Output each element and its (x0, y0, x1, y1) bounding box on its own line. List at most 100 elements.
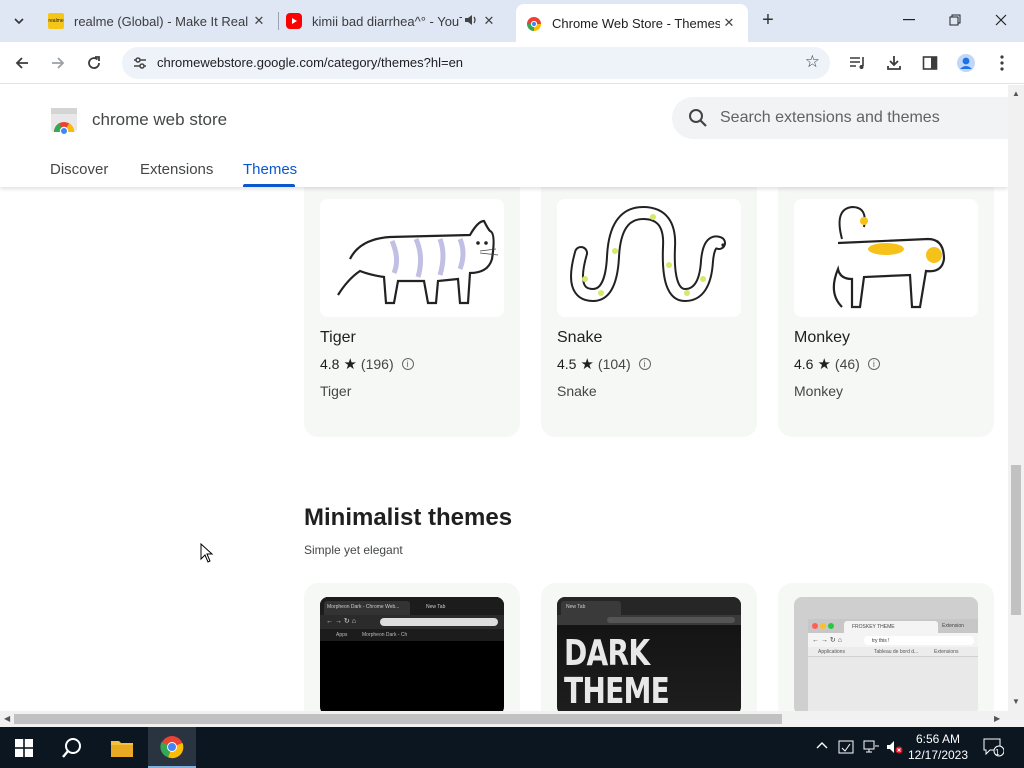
tab-title: Chrome Web Store - Themes (552, 15, 720, 31)
tab-close-icon[interactable]: ✕ (720, 15, 738, 31)
mini-tab: Morpheon Dark - Chrome Web... (324, 601, 410, 615)
site-info-icon[interactable] (130, 53, 150, 73)
tab-extensions[interactable]: Extensions (140, 161, 213, 178)
rating: 4.8 ★ (196) i (320, 355, 414, 373)
mini-bookmark: Extensions (934, 649, 959, 655)
card-text-monkey: Monkey 4.6 ★ (46) i Monkey (778, 173, 994, 437)
volume-muted-icon[interactable] (886, 739, 904, 758)
speaker-icon[interactable] (462, 14, 480, 29)
mini-close-dot (812, 623, 818, 629)
chrome-taskbar-icon[interactable] (148, 727, 196, 768)
more-menu-icon[interactable] (990, 52, 1014, 74)
search-input[interactable] (720, 107, 1000, 129)
theme-name[interactable]: Tiger (320, 329, 356, 347)
restore-icon[interactable] (932, 6, 978, 34)
section-title: Minimalist themes (304, 504, 513, 531)
star-icon: ★ (343, 356, 357, 373)
mini-bookmark: Morpheon Dark - Ch (362, 632, 408, 638)
tab-title: kimii bad diarrhea^° - YouTube (312, 13, 462, 29)
close-window-icon[interactable] (978, 6, 1024, 34)
tab-youtube[interactable]: kimii bad diarrhea^° - YouTube ✕ (276, 4, 512, 38)
theme-description: Tiger (320, 383, 352, 399)
rating-value: 4.6 (794, 356, 814, 372)
mouse-cursor-icon (200, 543, 214, 563)
store-search-box[interactable] (672, 97, 1008, 139)
theme-card-morpheon-dark[interactable]: Morpheon Dark - Chrome Web... New Tab ← … (304, 583, 520, 711)
tab-close-icon[interactable]: ✕ (250, 13, 268, 29)
reload-icon[interactable] (80, 50, 108, 76)
store-name[interactable]: chrome web store (92, 110, 227, 130)
youtube-favicon-icon (286, 13, 302, 29)
tab-themes[interactable]: Themes (243, 161, 297, 178)
security-tray-icon[interactable] (838, 739, 854, 758)
notification-count: 1 (995, 748, 1000, 757)
mini-toolbar: ← → ↻ ⌂ try this ! (808, 633, 978, 647)
mini-tabstrip: Morpheon Dark - Chrome Web... New Tab (320, 597, 504, 615)
star-icon: ★ (817, 356, 831, 373)
side-panel-icon[interactable] (918, 52, 942, 74)
theme-thumbnail: New Tab DARK THEME (557, 597, 741, 711)
mini-bookmark: Apps (336, 632, 348, 638)
card-text-snake: Snake 4.5 ★ (104) i Snake (541, 173, 757, 437)
tab-chrome-web-store[interactable]: Chrome Web Store - Themes ✕ (516, 4, 748, 42)
scroll-left-icon[interactable]: ◀ (4, 714, 10, 723)
file-explorer-icon[interactable] (98, 727, 146, 768)
theme-name[interactable]: Monkey (794, 329, 850, 347)
scroll-down-icon[interactable]: ▼ (1012, 697, 1020, 706)
rating-value: 4.8 (320, 356, 340, 372)
tab-realme[interactable]: realme realme (Global) - Make It Real ✕ (38, 4, 278, 38)
scroll-right-icon[interactable]: ▶ (994, 714, 1000, 723)
tab-close-icon[interactable]: ✕ (480, 13, 498, 29)
url-text[interactable]: chromewebstore.google.com/category/theme… (157, 55, 463, 70)
mini-max-dot (828, 623, 834, 629)
tab-discover[interactable]: Discover (50, 161, 108, 178)
address-bar[interactable]: chromewebstore.google.com/category/theme… (122, 47, 830, 79)
realme-favicon-icon: realme (48, 13, 64, 29)
horizontal-scroll-thumb[interactable] (14, 714, 782, 724)
show-hidden-icons-icon[interactable] (816, 739, 828, 753)
section-subtitle: Simple yet elegant (304, 543, 403, 557)
mini-tabstrip: New Tab (557, 597, 741, 615)
mini-tab: Extension (942, 623, 964, 629)
mini-tab: New Tab (561, 601, 621, 615)
theme-name[interactable]: Snake (557, 329, 602, 347)
media-controls-icon[interactable] (846, 52, 870, 74)
clock-date: 12/17/2023 (907, 748, 969, 762)
mini-nav-icons: ← → ↻ ⌂ (326, 618, 356, 625)
dark-theme-text: THEME (564, 671, 670, 711)
windows-start-icon[interactable] (0, 727, 48, 768)
taskbar-search-icon[interactable] (48, 727, 96, 768)
mini-browser-window: FROSKEY THEME Extension ← → ↻ ⌂ try this… (808, 619, 978, 711)
bookmark-star-icon[interactable]: ☆ (805, 52, 820, 72)
info-icon[interactable]: i (401, 358, 414, 370)
forward-icon[interactable] (44, 50, 72, 76)
network-icon[interactable] (862, 739, 880, 758)
theme-card-dark-theme[interactable]: New Tab DARK THEME (541, 583, 757, 711)
scroll-up-icon[interactable]: ▲ (1012, 89, 1020, 98)
vertical-scroll-thumb[interactable] (1011, 465, 1021, 615)
mini-omnibox (380, 618, 498, 626)
tab-search-icon[interactable] (6, 8, 32, 34)
theme-card-froskey[interactable]: FROSKEY THEME Extension ← → ↻ ⌂ try this… (778, 583, 994, 711)
minimize-icon[interactable] (886, 6, 932, 34)
notification-center-icon[interactable] (982, 737, 1005, 760)
system-clock[interactable]: 6:56 AM 12/17/2023 (906, 731, 970, 763)
clock-time: 6:56 AM (915, 732, 961, 746)
info-icon[interactable]: i (867, 358, 880, 370)
horizontal-scrollbar[interactable]: ◀ ▶ (0, 711, 1008, 727)
rating: 4.6 ★ (46) i (794, 355, 880, 373)
mini-nav-icons: ← → ↻ ⌂ (812, 637, 842, 644)
theme-thumbnail: FROSKEY THEME Extension ← → ↻ ⌂ try this… (794, 597, 978, 711)
download-icon[interactable] (882, 52, 906, 74)
new-tab-button[interactable]: + (756, 9, 780, 33)
rating-count: (196) (360, 356, 394, 372)
rating-count: (46) (834, 356, 860, 372)
mini-omnibox (607, 617, 735, 623)
back-icon[interactable] (8, 50, 36, 76)
mini-bookmark: Applications (818, 649, 845, 655)
info-icon[interactable]: i (638, 358, 651, 370)
profile-avatar-icon[interactable] (954, 52, 978, 74)
vertical-scrollbar[interactable]: ▲ ▼ (1008, 85, 1024, 711)
mini-bookmarks: Apps Morpheon Dark - Ch (320, 629, 504, 641)
chrome-webstore-logo-icon[interactable] (50, 106, 78, 134)
